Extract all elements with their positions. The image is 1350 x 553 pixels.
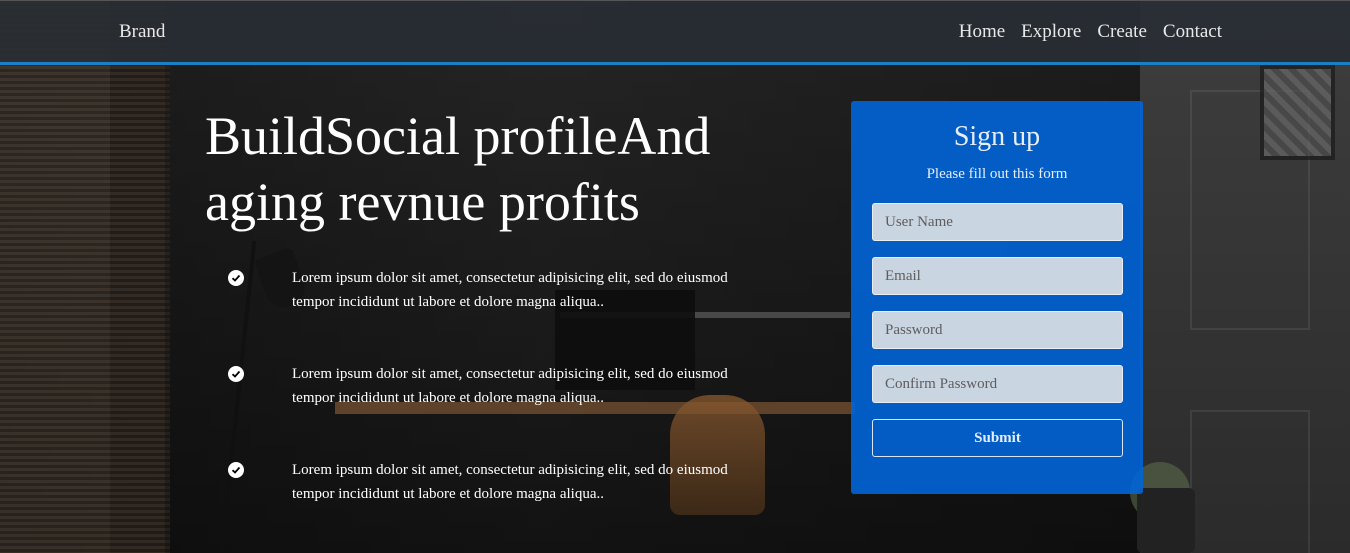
- feature-text: Lorem ipsum dolor sit amet, consectetur …: [292, 270, 728, 310]
- username-field[interactable]: [872, 203, 1123, 241]
- feature-text: Lorem ipsum dolor sit amet, consectetur …: [292, 366, 728, 406]
- window-blinds-shadow: [110, 0, 170, 553]
- signup-subtitle: Please fill out this form: [926, 166, 1068, 182]
- navbar: Brand Home Explore Create Contact: [0, 0, 1350, 65]
- check-circle-icon: [228, 366, 244, 382]
- nav-home-link[interactable]: Home: [959, 21, 1005, 43]
- wall-picture: [1260, 65, 1335, 160]
- password-field[interactable]: [872, 311, 1123, 349]
- email-field[interactable]: [872, 257, 1123, 295]
- floor-lamp-pole: [219, 240, 257, 553]
- wall-panel-lower: [1190, 410, 1310, 553]
- nav-create-link[interactable]: Create: [1097, 21, 1147, 43]
- confirm-password-field[interactable]: [872, 365, 1123, 403]
- signup-form: Sign up Please fill out this form Submit: [851, 101, 1143, 494]
- check-circle-icon: [228, 462, 244, 478]
- brand-link[interactable]: Brand: [119, 21, 165, 43]
- plant-pot: [1137, 488, 1195, 553]
- check-circle-icon: [228, 270, 244, 286]
- signup-title: Sign up: [953, 121, 1041, 152]
- nav-explore-link[interactable]: Explore: [1021, 21, 1081, 43]
- hero-title: BuildSocial profileAnd aging revnue prof…: [205, 106, 711, 232]
- nav-contact-link[interactable]: Contact: [1163, 21, 1222, 43]
- feature-text: Lorem ipsum dolor sit amet, consectetur …: [292, 462, 728, 502]
- submit-button[interactable]: Submit: [872, 419, 1123, 457]
- nav-links: Home Explore Create Contact: [943, 21, 1222, 43]
